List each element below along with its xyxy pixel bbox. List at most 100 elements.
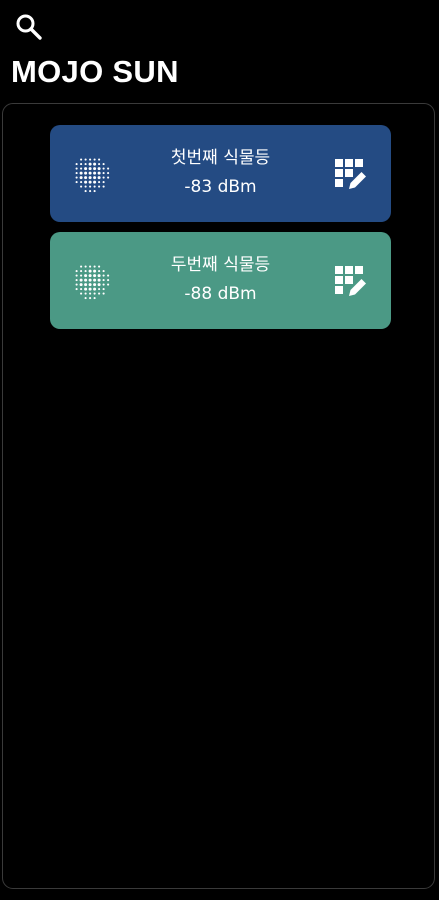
icon-dot [107,167,110,170]
icon-dot [97,167,101,171]
icon-dot [107,172,110,175]
device-card-second[interactable]: 두번째 식물등 -88 dBm [50,232,391,329]
icon-dot [93,167,97,171]
icon-dot [79,278,83,282]
icon-dot [93,297,96,300]
icon-dot [102,176,105,179]
device-card-first[interactable]: 첫번째 식물등 -83 dBm [50,125,391,222]
icon-dot [93,265,96,268]
icon-dot [89,292,92,295]
icon-dot [93,287,97,291]
icon-dot [98,288,101,291]
icon-dot [84,190,87,193]
icon-dot [84,292,87,295]
icon-dot [75,288,78,291]
icon-dot [102,270,105,273]
icon-dot [93,190,96,193]
icon-dot [102,167,105,170]
search-button[interactable] [14,12,44,42]
device-name: 첫번째 식물등 [170,148,271,168]
icon-dot [88,171,92,175]
icon-dot [75,163,78,166]
icon-dot [88,167,92,171]
icon-dot [93,283,97,287]
icon-dot [84,283,88,287]
icon-dot [98,185,101,188]
icon-dot [84,185,87,188]
icon-dot [75,274,78,277]
icon-dot [107,283,110,286]
icon-dot [107,279,110,282]
icon-dot [80,270,83,273]
icon-dot [88,176,92,180]
icon-dot [98,181,101,184]
icon-dot [93,158,96,161]
icon-dot [88,287,92,291]
icon-dot [84,287,88,291]
icon-dot [79,283,83,287]
icon-dot [80,181,83,184]
edit-device-button[interactable] [332,156,368,192]
icon-dot [80,265,83,268]
icon-dot [102,279,105,282]
icon-dot [89,185,92,188]
edit-device-button[interactable] [332,263,368,299]
icon-dot [102,274,105,277]
search-icon [16,14,42,40]
icon-dot [88,180,92,184]
icon-dot [80,158,83,161]
icon-dot [93,269,97,273]
icon-dot [102,288,105,291]
icon-dot [102,172,105,175]
icon-dot [84,171,88,175]
icon-dot [89,190,92,193]
icon-dot [102,185,105,188]
icon-dot [97,278,101,282]
icon-dot [84,180,88,184]
icon-dot [102,283,105,286]
device-name: 두번째 식물등 [170,255,271,275]
dot-grid-light-icon [75,265,110,300]
icon-dot [84,163,87,166]
icon-dot [75,172,78,175]
grid-edit-icon [335,159,366,189]
icon-dot [88,269,92,273]
icon-dot [75,167,78,170]
icon-dot [84,176,88,180]
icon-dot [93,162,97,166]
icon-dot [84,297,87,300]
icon-dot [88,283,92,287]
icon-dot [88,274,92,278]
icon-dot [98,270,101,273]
main-screen: MOJO SUN 첫번째 식물등 -83 dBm 두번째 식물등 -88 dBm [0,0,439,900]
icon-dot [84,265,87,268]
icon-dot [89,158,92,161]
icon-dot [102,181,105,184]
icon-dot [84,274,88,278]
icon-dot [107,274,110,277]
icon-dot [84,167,88,171]
icon-dot [75,181,78,184]
icon-dot [79,176,83,180]
icon-dot [93,176,97,180]
icon-dot [84,278,88,282]
icon-dot [93,274,97,278]
dot-grid-light-icon [75,158,110,193]
icon-dot [75,283,78,286]
icon-dot [80,185,83,188]
icon-dot [80,292,83,295]
icon-dot [98,265,101,268]
icon-dot [97,171,101,175]
icon-dot [80,163,83,166]
icon-dot [97,283,101,287]
icon-dot [93,185,96,188]
icon-dot [80,167,83,170]
icon-dot [84,158,87,161]
icon-dot [89,265,92,268]
icon-dot [88,162,92,166]
icon-dot [80,274,83,277]
icon-dot [84,270,87,273]
icon-dot [89,297,92,300]
icon-dot [88,278,92,282]
icon-dot [107,176,110,179]
